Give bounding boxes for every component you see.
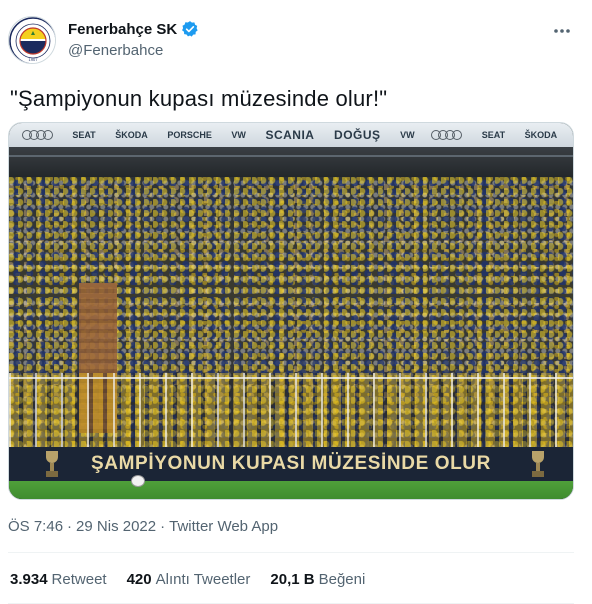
sponsor-label: ŠKODA bbox=[524, 130, 558, 140]
pitch-banner: ŞAMPİYONUN KUPASI MÜZESİNDE OLUR bbox=[9, 447, 573, 481]
sponsor-label: ŠKODA bbox=[115, 130, 148, 140]
quotes-stat[interactable]: 420 Alıntı Tweetler bbox=[127, 571, 251, 588]
sponsor-label: SEAT bbox=[481, 130, 506, 140]
sponsor-label: VW bbox=[400, 130, 415, 140]
tweet-photo[interactable]: SEAT ŠKODA PORSCHE VW SCANIA DOĞUŞ VW SE… bbox=[8, 122, 574, 500]
display-name[interactable]: Fenerbahçe SK bbox=[68, 21, 177, 38]
handle[interactable]: @Fenerbahce bbox=[68, 42, 199, 59]
trophy-icon bbox=[46, 451, 58, 477]
likes-count: 20,1 B bbox=[270, 571, 315, 588]
retweets-stat[interactable]: 3.934 Retweet bbox=[10, 571, 107, 588]
sponsor-label: PORSCHE bbox=[167, 130, 212, 140]
tweet-metadata: ÖS 7:46 · 29 Nis 2022 · Twitter Web App bbox=[8, 518, 278, 535]
verified-badge-icon bbox=[182, 21, 198, 37]
tweet-stats: 3.934 Retweet 420 Alıntı Tweetler 20,1 B… bbox=[10, 571, 365, 588]
tweet-time[interactable]: ÖS 7:46 bbox=[8, 518, 63, 535]
avatar[interactable]: 1907 bbox=[8, 16, 56, 64]
tweet-source[interactable]: Twitter Web App bbox=[169, 518, 278, 535]
meta-separator: · bbox=[67, 518, 73, 535]
divider bbox=[8, 552, 574, 553]
sponsor-label: VW bbox=[231, 130, 246, 140]
fenerbahce-logo-icon: 1907 bbox=[9, 17, 55, 63]
sponsor-label: SEAT bbox=[72, 130, 96, 140]
retweets-label: Retweet bbox=[51, 571, 107, 588]
audi-rings-icon bbox=[21, 130, 53, 140]
likes-label: Beğeni bbox=[318, 571, 366, 588]
banner-text: ŞAMPİYONUN KUPASI MÜZESİNDE OLUR bbox=[91, 453, 491, 474]
tweet-date[interactable]: 29 Nis 2022 bbox=[76, 518, 156, 535]
tweet: 1907 Fenerbahçe SK @Fenerbahce "Şampiyon… bbox=[0, 0, 592, 604]
meta-separator: · bbox=[160, 518, 166, 535]
audi-rings-icon bbox=[431, 130, 463, 140]
quotes-count: 420 bbox=[126, 571, 152, 588]
likes-stat[interactable]: 20,1 B Beğeni bbox=[270, 571, 365, 588]
ball-icon bbox=[131, 475, 145, 487]
tweet-text: "Şampiyonun kupası müzesinde olur!" bbox=[10, 86, 388, 111]
retweets-count: 3.934 bbox=[10, 571, 48, 588]
author-block: Fenerbahçe SK @Fenerbahce bbox=[68, 20, 199, 59]
sponsor-label: SCANIA bbox=[265, 128, 315, 142]
trophy-icon bbox=[532, 451, 544, 477]
sponsor-strip: SEAT ŠKODA PORSCHE VW SCANIA DOĞUŞ VW SE… bbox=[9, 123, 573, 147]
sponsor-label: DOĞUŞ bbox=[334, 128, 381, 142]
svg-text:1907: 1907 bbox=[29, 57, 39, 62]
quotes-label: Alıntı Tweetler bbox=[155, 571, 251, 588]
stand-roof bbox=[9, 147, 573, 177]
more-options-button[interactable] bbox=[548, 20, 576, 42]
pitch bbox=[9, 481, 573, 499]
name-row: Fenerbahçe SK bbox=[68, 20, 199, 38]
more-options-icon bbox=[554, 29, 570, 33]
railing bbox=[9, 373, 573, 447]
